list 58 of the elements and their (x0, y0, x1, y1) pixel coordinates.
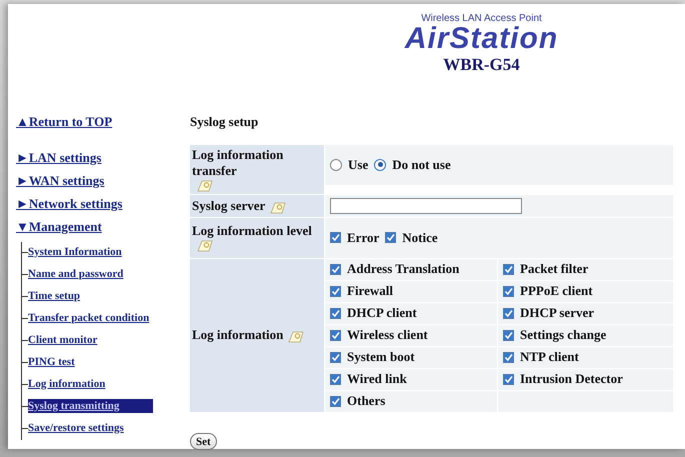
nav-item[interactable]: Time setup (28, 288, 153, 302)
nav-item[interactable]: PING test (28, 354, 153, 368)
checkbox-label: Packet filter (520, 260, 588, 278)
checkbox-label: Others (347, 392, 386, 410)
checkbox[interactable] (385, 232, 396, 243)
return-top-link[interactable]: ▲Return to TOP (16, 112, 178, 132)
nav-item[interactable]: Name and password (28, 266, 153, 280)
nav-item[interactable]: Transfer packet condition (28, 310, 153, 324)
checkbox-label: Address Translation (347, 260, 460, 278)
checkbox[interactable] (503, 264, 514, 274)
checkbox-label: Error (347, 228, 380, 247)
checkbox-label: Notice (402, 228, 438, 247)
checkbox-label: NTP client (520, 348, 579, 366)
nav-item[interactable]: System Information (28, 244, 153, 258)
checkbox[interactable] (330, 308, 341, 318)
checkbox[interactable] (503, 352, 514, 362)
field-label: Syslog server (192, 198, 266, 214)
checkbox[interactable] (503, 308, 514, 318)
checkbox-label: Intrusion Detector (520, 370, 623, 388)
nav-section-link[interactable]: ▼Management (16, 214, 178, 238)
checkbox[interactable] (503, 286, 514, 296)
radio-button[interactable] (330, 158, 342, 170)
checkbox-label: Wireless client (347, 326, 428, 344)
field-label: Log information level (192, 223, 312, 239)
checkbox-label: DHCP server (520, 304, 594, 322)
checkbox-label: DHCP client (347, 304, 417, 322)
checkbox-label: Wired link (347, 370, 407, 388)
radio-button[interactable] (374, 158, 386, 170)
model-name: WBR-G54 (443, 54, 520, 76)
nav-item[interactable]: Log information (28, 376, 153, 390)
page-title: Syslog setup (190, 113, 260, 131)
checkbox[interactable] (503, 330, 514, 340)
logo-tagline: Wireless LAN Access Point (421, 14, 542, 24)
field-label: Log information (192, 327, 284, 343)
nav-item[interactable]: Save/restore settings (28, 420, 153, 434)
checkbox-label: Firewall (347, 282, 393, 300)
radio-label: Use (348, 156, 368, 174)
checkbox[interactable] (330, 330, 341, 340)
nav-section-link[interactable]: ►Network settings (16, 192, 178, 214)
checkbox-label: PPPoE client (520, 282, 593, 300)
checkbox[interactable] (503, 374, 514, 384)
checkbox[interactable] (330, 264, 341, 274)
syslog-server-field[interactable] (330, 198, 522, 214)
checkbox[interactable] (330, 286, 341, 296)
checkbox[interactable] (330, 396, 341, 406)
checkbox-label: Settings change (520, 326, 606, 344)
nav-section-link[interactable]: ►LAN settings (16, 146, 178, 168)
brand-logo: AirStation (404, 24, 558, 54)
set-button[interactable]: Set (190, 433, 217, 450)
radio-label: Do not use (392, 156, 451, 174)
field-label: Log information transfer (192, 146, 284, 178)
checkbox[interactable] (330, 374, 341, 384)
checkbox-label: System boot (347, 348, 415, 366)
nav-item[interactable]: Client monitor (28, 332, 153, 346)
checkbox[interactable] (330, 352, 341, 362)
checkbox[interactable] (330, 232, 341, 243)
nav-section-link[interactable]: ►WAN settings (16, 168, 178, 192)
nav-item[interactable]: Syslog transmitting (28, 398, 153, 412)
